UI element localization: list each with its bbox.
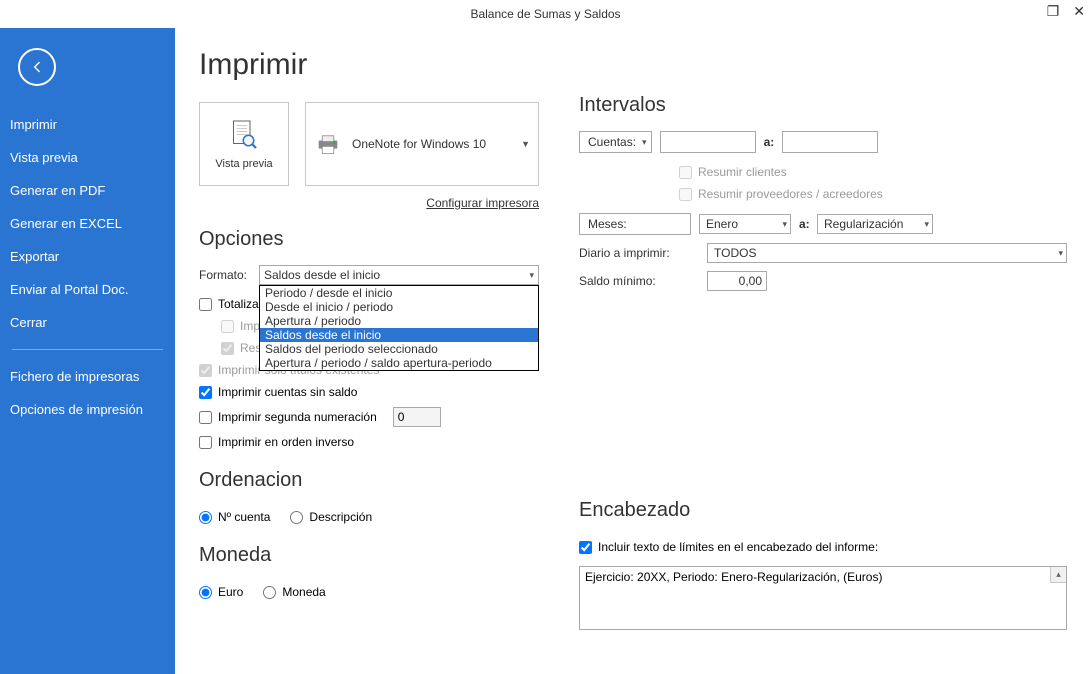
formato-option-selected[interactable]: Saldos desde el inicio [260, 328, 538, 342]
vista-previa-label: Vista previa [215, 158, 272, 170]
formato-option[interactable]: Desde el inicio / periodo [260, 300, 538, 314]
moneda-moneda-radio[interactable]: Moneda [263, 585, 325, 599]
chevron-down-icon: ▾ [529, 270, 534, 281]
configure-printer-link[interactable]: Configurar impresora [199, 196, 539, 210]
formato-option[interactable]: Apertura / periodo / saldo apertura-peri… [260, 356, 538, 370]
sidebar-item-imprimir[interactable]: Imprimir [0, 108, 175, 141]
moneda-heading: Moneda [199, 544, 539, 567]
formato-option[interactable]: Apertura / periodo [260, 314, 538, 328]
ordenacion-heading: Ordenacion [199, 469, 539, 492]
saldo-min-label: Saldo mínimo: [579, 274, 699, 288]
formato-option[interactable]: Periodo / desde el inicio [260, 286, 538, 300]
orden-descripcion-radio[interactable]: Descripción [290, 510, 372, 524]
vista-previa-button[interactable]: Vista previa [199, 102, 289, 186]
formato-option[interactable]: Saldos del periodo seleccionado [260, 342, 538, 356]
page-title: Imprimir [199, 48, 539, 82]
document-magnifier-icon [226, 118, 262, 154]
cuentas-from-input[interactable] [660, 131, 756, 153]
chevron-down-icon: ▾ [1058, 248, 1063, 259]
sidebar-item-cerrar[interactable]: Cerrar [0, 306, 175, 339]
chevron-down-icon: ▾ [642, 137, 647, 148]
diario-label: Diario a imprimir: [579, 246, 699, 260]
restore-icon[interactable]: ❐ [1047, 4, 1060, 18]
close-icon[interactable]: ✕ [1073, 4, 1085, 18]
resumir-proveedores-checkbox: Resumir proveedores / acreedores [679, 187, 1067, 201]
formato-value: Saldos desde el inicio [264, 268, 380, 282]
titlebar: Balance de Sumas y Saldos ❐ ✕ [0, 0, 1091, 28]
mes-to-select[interactable]: Regularización ▾ [817, 214, 933, 234]
mes-from-select[interactable]: Enero ▾ [699, 214, 791, 234]
content: Imprimir Vista previa [175, 28, 1091, 674]
segunda-num-input[interactable]: 0 [393, 407, 441, 427]
sidebar: Imprimir Vista previa Generar en PDF Gen… [0, 28, 175, 674]
back-button[interactable] [18, 48, 56, 86]
sidebar-item-vista-previa[interactable]: Vista previa [0, 141, 175, 174]
a-label-2: a: [799, 217, 809, 231]
sidebar-item-fichero[interactable]: Fichero de impresoras [0, 360, 175, 393]
orden-numero-radio[interactable]: Nº cuenta [199, 510, 270, 524]
sidebar-item-pdf[interactable]: Generar en PDF [0, 174, 175, 207]
sidebar-item-exportar[interactable]: Exportar [0, 240, 175, 273]
formato-label: Formato: [199, 268, 259, 282]
cuentas-to-input[interactable] [782, 131, 878, 153]
formato-select[interactable]: Saldos desde el inicio ▾ [259, 265, 539, 285]
window-title: Balance de Sumas y Saldos [470, 7, 620, 21]
printer-icon [314, 130, 342, 158]
saldo-min-input[interactable]: 0,00 [707, 271, 767, 291]
inverso-checkbox[interactable]: Imprimir en orden inverso [199, 435, 539, 449]
window-controls: ❐ ✕ [1047, 4, 1085, 18]
meses-button[interactable]: Meses: [579, 213, 691, 235]
intervalos-heading: Intervalos [579, 94, 1067, 117]
cuentas-button[interactable]: Cuentas: ▾ [579, 131, 652, 153]
sidebar-item-excel[interactable]: Generar en EXCEL [0, 207, 175, 240]
encabezado-heading: Encabezado [579, 499, 1067, 522]
sidebar-separator [12, 349, 163, 350]
sidebar-item-opciones-imp[interactable]: Opciones de impresión [0, 393, 175, 426]
incluir-encabezado-checkbox[interactable]: Incluir texto de límites en el encabezad… [579, 540, 1067, 554]
encabezado-textarea[interactable]: Ejercicio: 20XX, Periodo: Enero-Regulari… [579, 566, 1067, 630]
printer-select[interactable]: OneNote for Windows 10 ▼ [305, 102, 539, 186]
printer-name: OneNote for Windows 10 [352, 137, 511, 151]
chevron-down-icon: ▾ [924, 219, 929, 230]
a-label: a: [764, 135, 774, 149]
segunda-num-checkbox[interactable]: Imprimir segunda numeración 0 [199, 407, 539, 427]
chevron-down-icon: ▼ [521, 139, 530, 149]
formato-dropdown[interactable]: Periodo / desde el inicio Desde el inici… [259, 285, 539, 371]
sin-saldo-checkbox[interactable]: Imprimir cuentas sin saldo [199, 385, 539, 399]
chevron-down-icon: ▾ [782, 219, 787, 230]
diario-select[interactable]: TODOS ▾ [707, 243, 1067, 263]
arrow-left-icon [29, 59, 45, 75]
moneda-euro-radio[interactable]: Euro [199, 585, 243, 599]
scroll-up-icon[interactable]: ▴ [1050, 567, 1066, 583]
opciones-heading: Opciones [199, 228, 539, 251]
resumir-clientes-checkbox: Resumir clientes [679, 165, 1067, 179]
sidebar-item-portal-doc[interactable]: Enviar al Portal Doc. [0, 273, 175, 306]
